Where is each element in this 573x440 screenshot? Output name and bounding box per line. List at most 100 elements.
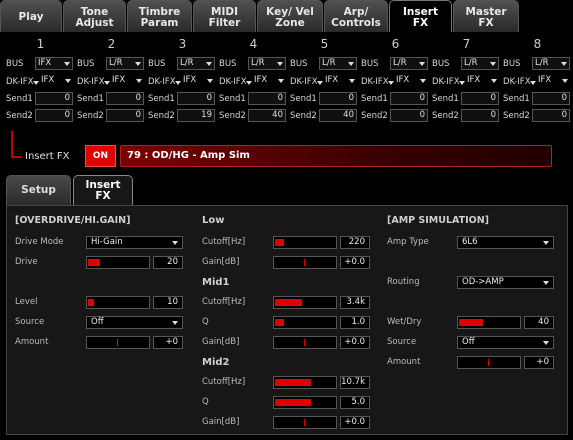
dkifx-row: DK-IFX IFX (5, 75, 76, 90)
mid2-gain-slider[interactable] (273, 416, 337, 429)
amp-type-dropdown[interactable]: 6L6 (457, 236, 554, 249)
dkifx-label: DK-IFX (6, 77, 34, 87)
send2-label: Send2 (432, 111, 459, 121)
channel-strip-8: 8 BUS L/R DK-IFX IFX Send1 0 Send2 0 (502, 33, 573, 125)
send2-value[interactable]: 19 (177, 109, 215, 122)
amp-amount-value[interactable]: +0 (524, 356, 554, 369)
mid1-cutoff-slider[interactable] (273, 296, 337, 309)
tab-tone-adjust[interactable]: Tone Adjust (63, 0, 126, 32)
amp-amount-slider[interactable] (457, 356, 521, 369)
tab-master-fx[interactable]: Master FX (453, 0, 519, 32)
chevron-down-icon (561, 62, 567, 66)
bus-row: BUS L/R (431, 57, 502, 72)
mid2-q-value[interactable]: 5.0 (340, 396, 370, 409)
mid2-gain-value[interactable]: +0.0 (340, 416, 370, 429)
send2-value[interactable]: 0 (35, 109, 73, 122)
send1-value[interactable]: 0 (248, 92, 286, 105)
tab-midi-filter[interactable]: MIDI Filter (193, 0, 256, 32)
mid1-gain-value[interactable]: +0.0 (340, 336, 370, 349)
amp-source-dropdown[interactable]: Off (457, 336, 554, 349)
tab-key-vel-zone[interactable]: Key/ Vel Zone (257, 0, 323, 32)
send2-value[interactable]: 40 (248, 109, 286, 122)
mid1-q-value[interactable]: 1.0 (340, 316, 370, 329)
low-cutoff-value[interactable]: 220 (340, 236, 370, 249)
insert-fx-parameter-panel: [OVERDRIVE/HI.GAIN] Drive Mode Hi-Gain D… (6, 205, 568, 435)
mid1-gain-slider[interactable] (273, 336, 337, 349)
routing-dropdown[interactable]: OD->AMP (457, 276, 554, 289)
bus-dropdown[interactable]: L/R (106, 57, 144, 70)
drive-slider[interactable] (86, 256, 150, 269)
drive-mode-label: Drive Mode (15, 237, 64, 247)
tab-timbre-param[interactable]: Timbre Param (127, 0, 192, 32)
wetdry-slider[interactable] (457, 316, 521, 329)
send1-value[interactable]: 0 (319, 92, 357, 105)
level-value[interactable]: 10 (153, 296, 183, 309)
send1-row: Send1 0 (218, 92, 289, 107)
bus-row: BUS IFX (5, 57, 76, 72)
low-cutoff-slider[interactable] (273, 236, 337, 249)
bus-row: BUS L/R (147, 57, 218, 72)
tab-play[interactable]: Play (0, 0, 62, 32)
mid1-q-slider[interactable] (273, 316, 337, 329)
insert-fx-on-button[interactable]: ON (85, 145, 116, 167)
tab-insert-fx[interactable]: Insert FX (389, 0, 452, 32)
subtab-insert-fx[interactable]: Insert FX (73, 175, 133, 205)
mid2-gain-label: Gain[dB] (202, 417, 240, 427)
dkifx-dropdown[interactable]: IFX (252, 75, 286, 88)
wetdry-value[interactable]: 40 (524, 316, 554, 329)
bus-dropdown[interactable]: IFX (35, 57, 73, 70)
send1-value[interactable]: 0 (532, 92, 570, 105)
channel-number: 1 (36, 37, 45, 51)
send2-value[interactable]: 0 (390, 109, 428, 122)
send1-value[interactable]: 0 (390, 92, 428, 105)
dkifx-dropdown[interactable]: IFX (536, 75, 570, 88)
insert-fx-selector[interactable]: 79 : OD/HG - Amp Sim (120, 145, 552, 167)
send1-value[interactable]: 0 (461, 92, 499, 105)
mid2-q-slider[interactable] (273, 396, 337, 409)
dkifx-dropdown[interactable]: IFX (181, 75, 215, 88)
send1-value[interactable]: 0 (106, 92, 144, 105)
send2-value[interactable]: 0 (461, 109, 499, 122)
send2-row: Send2 0 (431, 109, 502, 124)
chevron-down-icon (420, 79, 426, 83)
mid1-cutoff-value[interactable]: 3.4k (340, 296, 370, 309)
level-label: Level (15, 297, 38, 307)
send2-value[interactable]: 40 (319, 109, 357, 122)
send2-value[interactable]: 0 (532, 109, 570, 122)
dkifx-dropdown[interactable]: IFX (110, 75, 144, 88)
level-slider[interactable] (86, 296, 150, 309)
drive-mode-dropdown[interactable]: Hi-Gain (86, 236, 183, 249)
dkifx-dropdown[interactable]: IFX (465, 75, 499, 88)
drive-value[interactable]: 20 (153, 256, 183, 269)
send1-value[interactable]: 0 (177, 92, 215, 105)
mid2-cutoff-value[interactable]: 10.7k (340, 376, 370, 389)
dkifx-dropdown[interactable]: IFX (394, 75, 428, 88)
drive-slider-fill (88, 259, 100, 266)
amount-slider[interactable] (86, 336, 150, 349)
source-dropdown[interactable]: Off (86, 316, 183, 329)
amount-value[interactable]: +0 (153, 336, 183, 349)
dkifx-dropdown[interactable]: IFX (323, 75, 357, 88)
low-gain-value[interactable]: +0.0 (340, 256, 370, 269)
mid2-cutoff-slider[interactable] (273, 376, 337, 389)
low-gain-slider[interactable] (273, 256, 337, 269)
tab-arp-controls[interactable]: Arp/ Controls (324, 0, 388, 32)
bus-dropdown[interactable]: L/R (248, 57, 286, 70)
send2-value[interactable]: 0 (106, 109, 144, 122)
send2-row: Send2 40 (289, 109, 360, 124)
dkifx-dropdown[interactable]: IFX (39, 75, 73, 88)
channel-number: 7 (462, 37, 471, 51)
chevron-down-icon (277, 62, 283, 66)
send1-row: Send1 0 (360, 92, 431, 107)
send2-row: Send2 0 (76, 109, 147, 124)
subtab-setup[interactable]: Setup (6, 175, 71, 205)
dkifx-label: DK-IFX (290, 77, 318, 87)
bus-dropdown[interactable]: L/R (461, 57, 499, 70)
bus-dropdown[interactable]: L/R (319, 57, 357, 70)
bus-dropdown[interactable]: L/R (532, 57, 570, 70)
insert-connector-line-h (11, 156, 22, 158)
bus-dropdown[interactable]: L/R (390, 57, 428, 70)
send2-label: Send2 (6, 111, 33, 121)
bus-dropdown[interactable]: L/R (177, 57, 215, 70)
send1-value[interactable]: 0 (35, 92, 73, 105)
